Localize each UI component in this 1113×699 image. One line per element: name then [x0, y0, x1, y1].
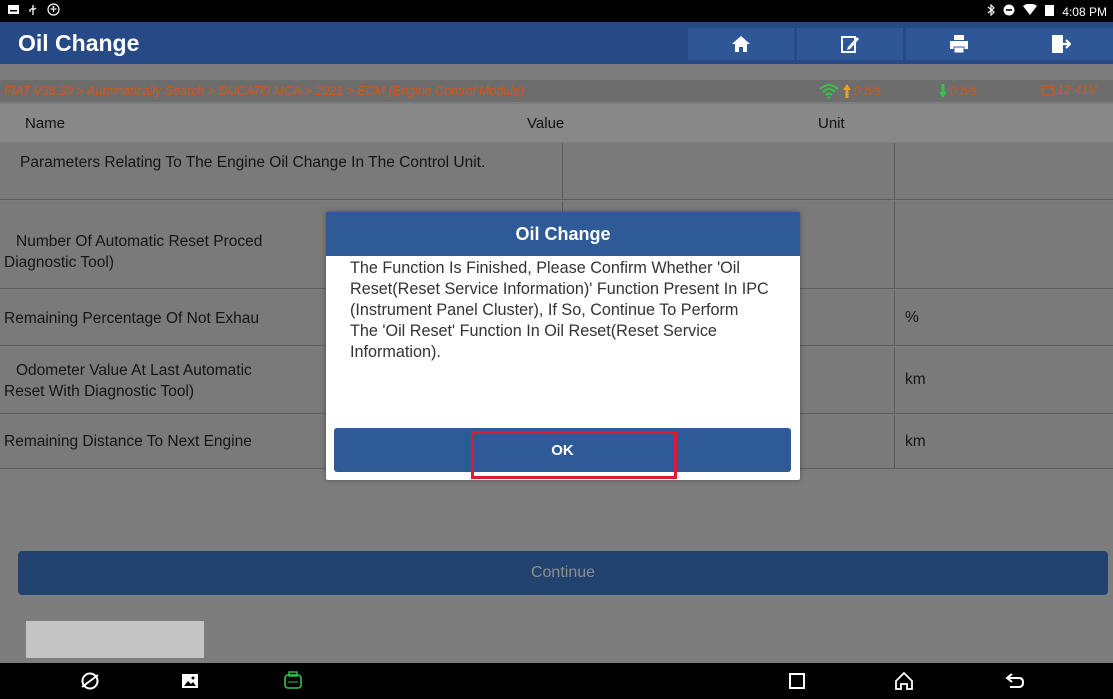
- row-name: Parameters Relating To The Engine Oil Ch…: [0, 143, 563, 199]
- car-battery-icon: [1041, 85, 1055, 96]
- status-bar: 4:08 PM: [0, 0, 1113, 22]
- page-title: Oil Change: [18, 30, 140, 56]
- table-row[interactable]: Parameters Relating To The Engine Oil Ch…: [0, 143, 1113, 200]
- ok-highlight-box: [471, 431, 677, 479]
- wifi-signal-icon: [819, 84, 839, 99]
- row-unit: %: [905, 308, 919, 326]
- column-name: Name: [25, 115, 66, 132]
- oil-change-dialog: Oil Change The Function Is Finished, Ple…: [326, 212, 800, 480]
- exit-icon: [1052, 35, 1071, 53]
- app-header: Oil Change: [0, 22, 1113, 64]
- recent-apps-icon[interactable]: [785, 669, 809, 693]
- usb-icon: [27, 4, 39, 19]
- accessibility-icon: [47, 3, 60, 19]
- edit-report-icon: [841, 36, 859, 53]
- edit-report-button[interactable]: [797, 28, 903, 60]
- row-unit: km: [905, 432, 926, 450]
- dnd-icon: [1003, 4, 1015, 19]
- row-unit: km: [905, 371, 926, 388]
- home-nav-icon[interactable]: [892, 669, 916, 693]
- gallery-icon[interactable]: [178, 669, 202, 693]
- battery-voltage: 12.41V: [1041, 83, 1097, 97]
- continue-button[interactable]: Continue: [18, 551, 1108, 595]
- bluetooth-icon: [987, 3, 996, 19]
- vci-icon[interactable]: [281, 669, 305, 693]
- navigation-bar: [0, 663, 1113, 699]
- blank-placeholder: [26, 621, 204, 658]
- home-icon: [732, 36, 750, 52]
- download-arrow-icon: [939, 84, 947, 98]
- dialog-message: The Function Is Finished, Please Confirm…: [350, 259, 769, 361]
- breadcrumb-path: FIAT V38.30 > Automatically Search > DUC…: [4, 84, 525, 98]
- exit-button[interactable]: [1007, 28, 1113, 60]
- print-button[interactable]: [906, 28, 1012, 60]
- browser-icon[interactable]: [78, 669, 102, 693]
- dialog-title: Oil Change: [326, 212, 800, 256]
- row-value: [563, 143, 895, 199]
- download-status: 0 b/s: [938, 83, 977, 99]
- print-icon: [950, 35, 968, 54]
- back-icon[interactable]: [1003, 669, 1027, 693]
- notification-icon: [8, 4, 19, 18]
- breadcrumb: FIAT V38.30 > Automatically Search > DUC…: [0, 80, 1113, 102]
- wifi-icon: [1023, 3, 1038, 19]
- home-button[interactable]: [688, 28, 794, 60]
- column-unit: Unit: [818, 115, 845, 132]
- upload-status: 0 b/s: [818, 83, 881, 99]
- status-time: 4:08 PM: [1062, 4, 1107, 19]
- ok-label: OK: [551, 441, 574, 459]
- upload-arrow-icon: [843, 84, 851, 98]
- table-header: Name Value Unit: [0, 104, 1113, 142]
- ok-button[interactable]: OK: [334, 428, 791, 479]
- column-value: Value: [527, 115, 565, 132]
- battery-icon: [1045, 4, 1055, 19]
